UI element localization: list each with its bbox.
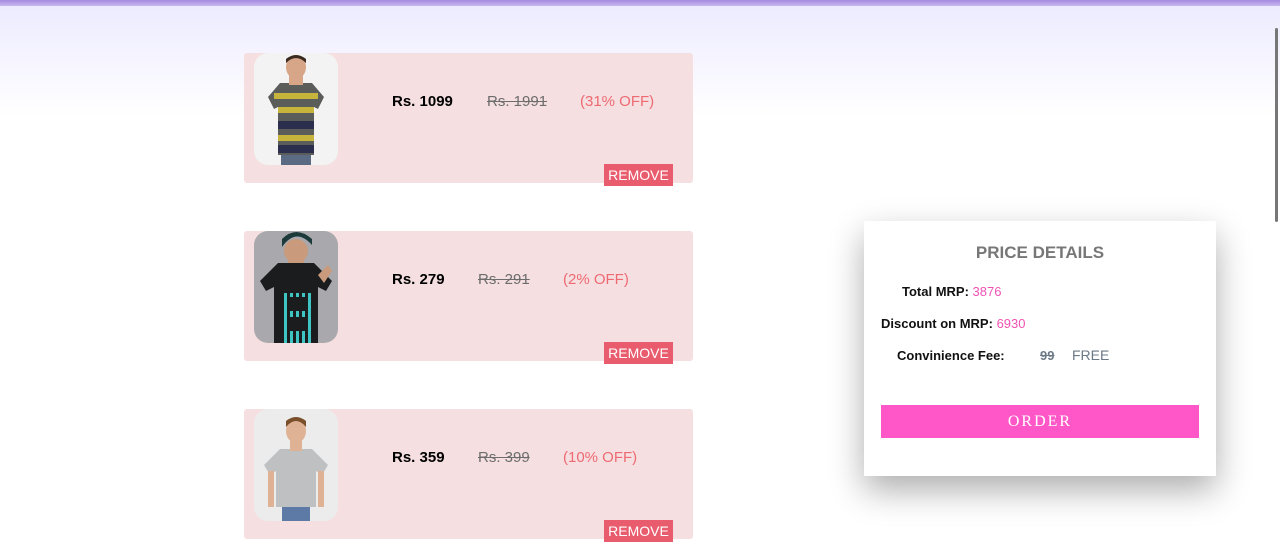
product-image-striped-polo[interactable]: [254, 53, 338, 165]
item-mrp: Rs. 1991: [487, 93, 548, 110]
total-mrp-label: Total MRP:: [902, 284, 969, 299]
cart-item: Rs. 279 Rs. 291 (2% OFF) REMOVE: [244, 231, 693, 364]
remove-button[interactable]: REMOVE: [604, 520, 673, 542]
fee-free: FREE: [1072, 347, 1110, 363]
item-price: Rs. 1099: [392, 93, 453, 110]
total-mrp-value: 3876: [972, 284, 1002, 299]
price-details-panel: PRICE DETAILS Total MRP: 3876 Discount o…: [864, 221, 1216, 476]
order-button[interactable]: ORDER: [881, 405, 1199, 438]
fee-label: Convinience Fee:: [897, 348, 1005, 363]
remove-button[interactable]: REMOVE: [604, 342, 673, 364]
item-price: Rs. 359: [392, 449, 445, 466]
product-image-grey-tee[interactable]: [254, 409, 338, 521]
remove-button[interactable]: REMOVE: [604, 164, 673, 186]
total-mrp-row: Total MRP: 3876: [902, 284, 1001, 299]
panel-title: PRICE DETAILS: [975, 243, 1105, 262]
item-discount: (2% OFF): [563, 271, 629, 288]
item-discount: (10% OFF): [563, 449, 638, 466]
item-mrp: Rs. 291: [478, 271, 530, 288]
cart-item: Rs. 1099 Rs. 1991 (31% OFF) REMOVE: [244, 53, 693, 186]
item-price: Rs. 279: [392, 271, 445, 288]
discount-row: Discount on MRP: 6930: [881, 316, 1025, 331]
item-mrp: Rs. 399: [478, 449, 530, 466]
product-image-black-graphic-tee[interactable]: [254, 231, 338, 343]
cart-item: Rs. 359 Rs. 399 (10% OFF) REMOVE: [244, 409, 693, 542]
item-discount: (31% OFF): [580, 93, 655, 110]
scrollbar[interactable]: [1275, 28, 1278, 222]
discount-label: Discount on MRP:: [881, 316, 993, 331]
discount-value: 6930: [996, 316, 1026, 331]
fee-original: 99: [1040, 348, 1055, 363]
